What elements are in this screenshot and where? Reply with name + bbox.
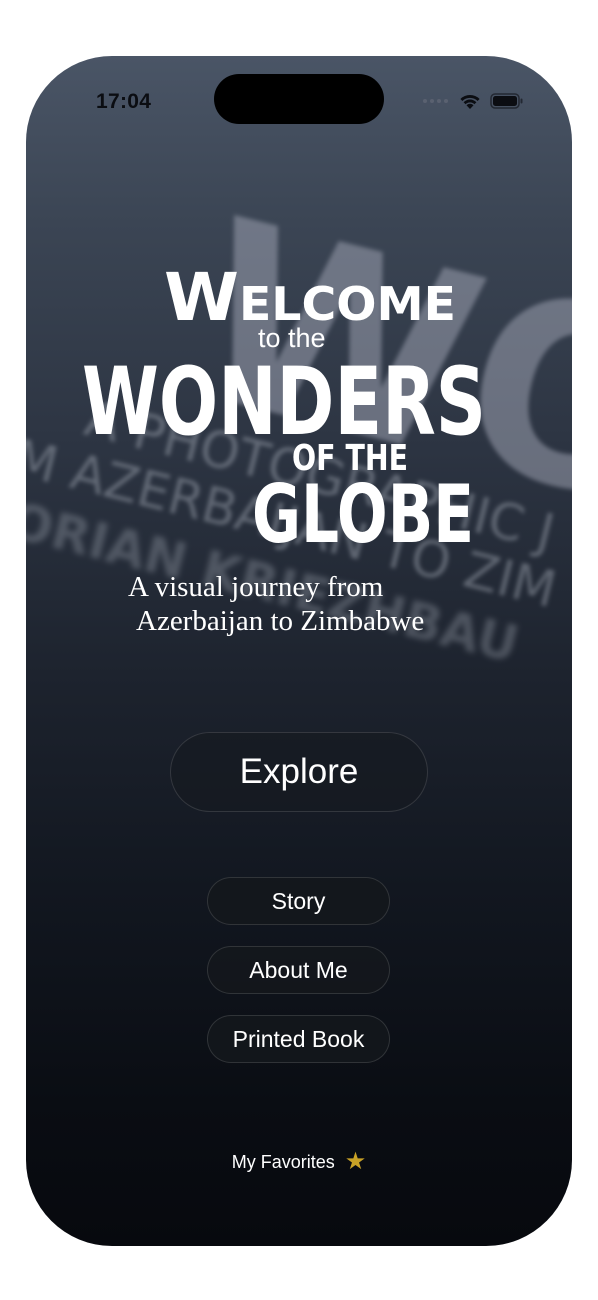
phone-screen: WO A PHOTOGRAPHIC J M AZERBAIJAN TO ZIM …: [26, 56, 572, 1246]
my-favorites-link[interactable]: My Favorites ★: [26, 1150, 572, 1174]
explore-button[interactable]: Explore: [170, 732, 428, 812]
star-icon: ★: [344, 1148, 367, 1175]
printed-book-button[interactable]: Printed Book: [207, 1015, 390, 1063]
story-button[interactable]: Story: [207, 877, 390, 925]
about-me-button[interactable]: About Me: [207, 946, 390, 994]
subtitle-line-1: A visual journey from: [128, 571, 384, 603]
title-wonders: Wonders: [82, 348, 486, 457]
subtitle-line-2: Azerbaijan to Zimbabwe: [136, 605, 425, 637]
title-globe: Globe: [252, 468, 474, 561]
favorites-label: My Favorites: [231, 1151, 335, 1172]
